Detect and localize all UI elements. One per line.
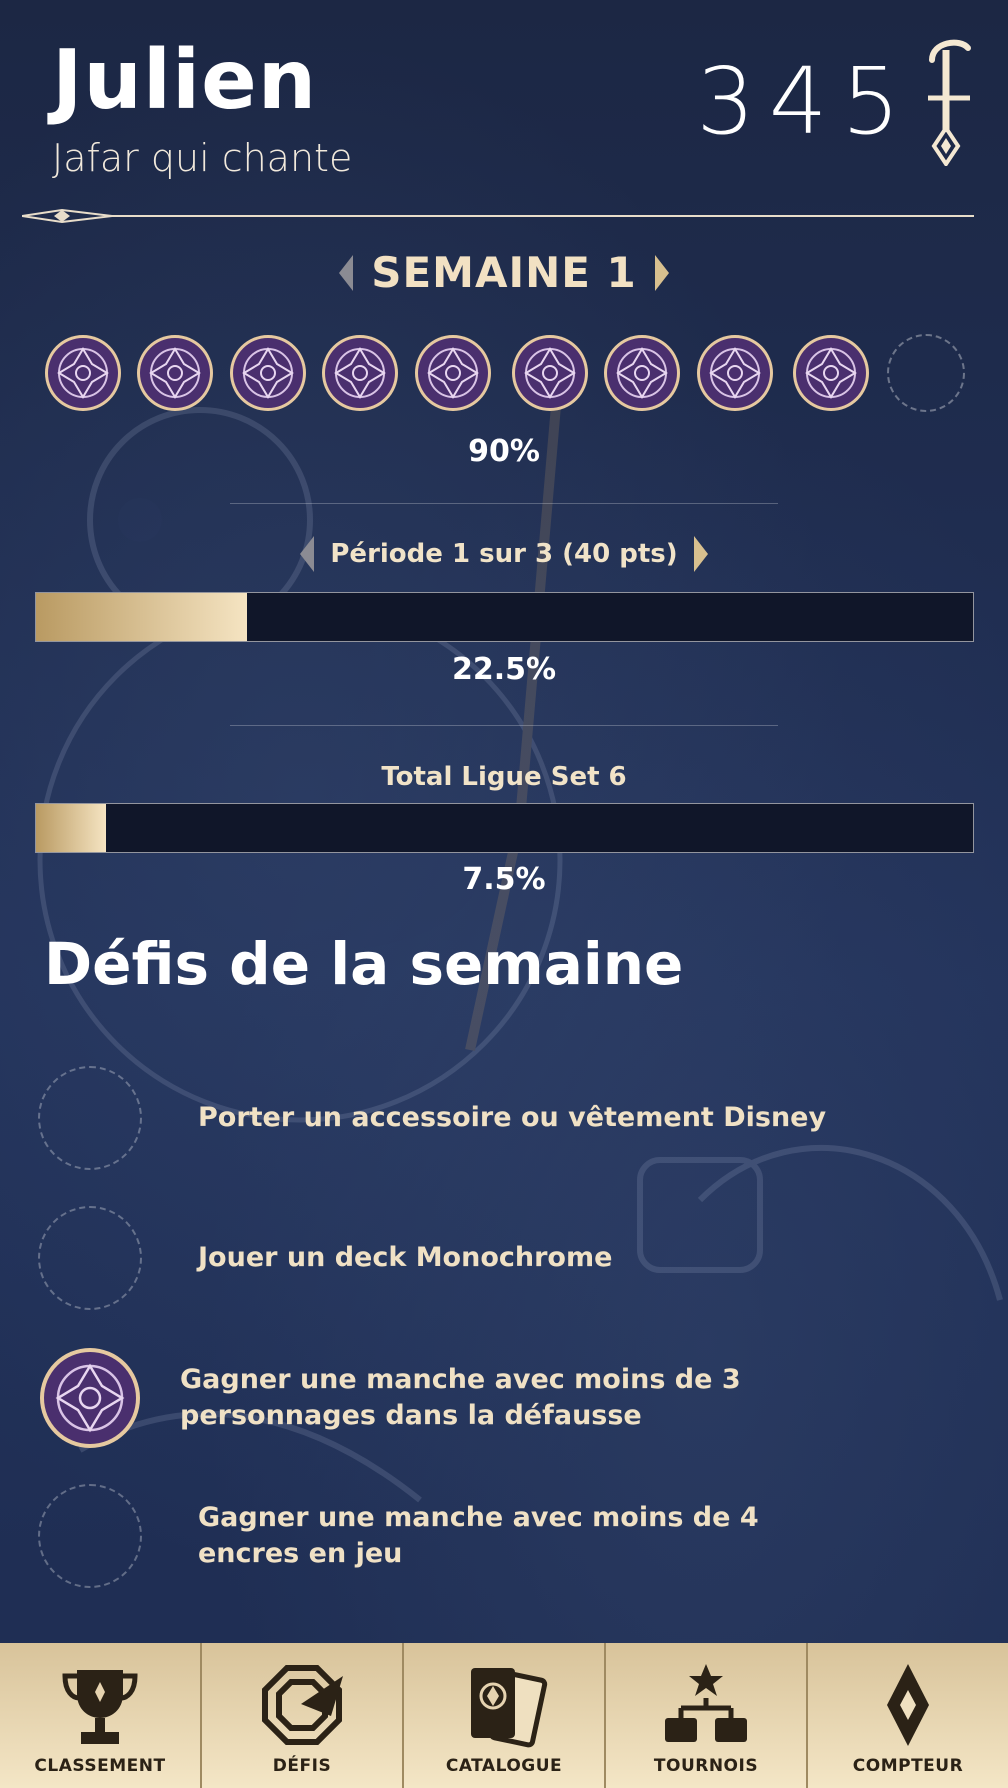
week-token-earned-icon [604,335,680,411]
challenge-item[interactable]: Gagner une manche avec moins de 3 person… [38,1346,938,1450]
divider [230,503,778,504]
league-label: Total Ligue Set 6 [381,762,627,792]
previous-week-arrow-icon[interactable] [339,254,354,291]
challenge-item[interactable]: Gagner une manche avec moins de 4 encres… [38,1484,938,1588]
challenge-status-empty-icon [38,1206,142,1310]
challenge-status-empty-icon [38,1066,142,1170]
tab-defis[interactable]: DÉFIS [202,1643,404,1788]
period-percent: 22.5% [451,652,557,687]
trophy-icon [62,1670,138,1744]
tab-label: DÉFIS [272,1756,332,1776]
challenge-text: Gagner une manche avec moins de 4 encres… [198,1502,759,1569]
tab-label: CLASSEMENT [34,1756,166,1776]
challenges-title: Défis de la semaine [44,930,684,998]
player-name: Julien [52,33,318,128]
league-percent: 7.5% [462,862,546,897]
period-navigator: Période 1 sur 3 (40 pts) [0,536,1008,572]
challenge-status-empty-icon [38,1484,142,1588]
week-token-earned-icon [137,335,213,411]
challenge-completed-token-icon [40,1348,140,1448]
previous-period-arrow-icon[interactable] [300,536,315,572]
period-progress-bar [35,592,974,642]
lore-quill-icon [928,39,971,166]
challenge-item[interactable]: Porter un accessoire ou vêtement Disney [38,1066,938,1170]
week-token-earned-icon [793,335,869,411]
tab-catalogue[interactable]: CATALOGUE [404,1643,606,1788]
week-token-earned-icon [230,335,306,411]
period-label: Période 1 sur 3 (40 pts) [330,539,678,569]
challenges-icon [262,1665,343,1745]
week-percent: 90% [468,434,540,469]
week-tokens [44,334,974,414]
challenge-item[interactable]: Jouer un deck Monochrome [38,1206,938,1310]
tab-classement[interactable]: CLASSEMENT [0,1643,202,1788]
week-token-empty-icon [887,334,965,412]
week-token-earned-icon [415,335,491,411]
cards-icon [471,1668,548,1748]
tab-tournois[interactable]: TOURNOIS [606,1643,808,1788]
next-week-arrow-icon[interactable] [654,254,669,291]
divider [230,725,778,726]
player-header: Julien Jafar qui chante [52,33,353,181]
lore-value: 345 [696,47,914,155]
week-token-earned-icon [512,335,588,411]
week-token-earned-icon [322,335,398,411]
challenge-text: Gagner une manche avec moins de 3 person… [180,1364,741,1431]
lore-counter: 345 [696,36,980,166]
tab-label: TOURNOIS [653,1756,759,1776]
tab-compteur[interactable]: COMPTEUR [808,1643,1008,1788]
challenge-text: Porter un accessoire ou vêtement Disney [198,1102,827,1134]
league-progress-fill [36,804,107,852]
tab-label: CATALOGUE [445,1756,563,1776]
deck-name: Jafar qui chante [52,136,353,180]
period-progress-fill [36,593,247,641]
week-navigator: SEMAINE 1 [0,248,1008,297]
lore-counter-icon [887,1664,929,1746]
week-label: SEMAINE 1 [371,248,637,297]
week-token-earned-icon [45,335,121,411]
header-divider [22,208,974,224]
next-period-arrow-icon[interactable] [693,536,708,572]
league-progress-bar [35,803,974,853]
challenge-text: Jouer un deck Monochrome [198,1242,613,1274]
bracket-icon [665,1664,747,1742]
bottom-tab-bar: CLASSEMENT DÉFIS CATALOGUE TOURNOIS COMP… [0,1643,1008,1788]
tab-label: COMPTEUR [852,1756,964,1776]
week-token-earned-icon [697,335,773,411]
